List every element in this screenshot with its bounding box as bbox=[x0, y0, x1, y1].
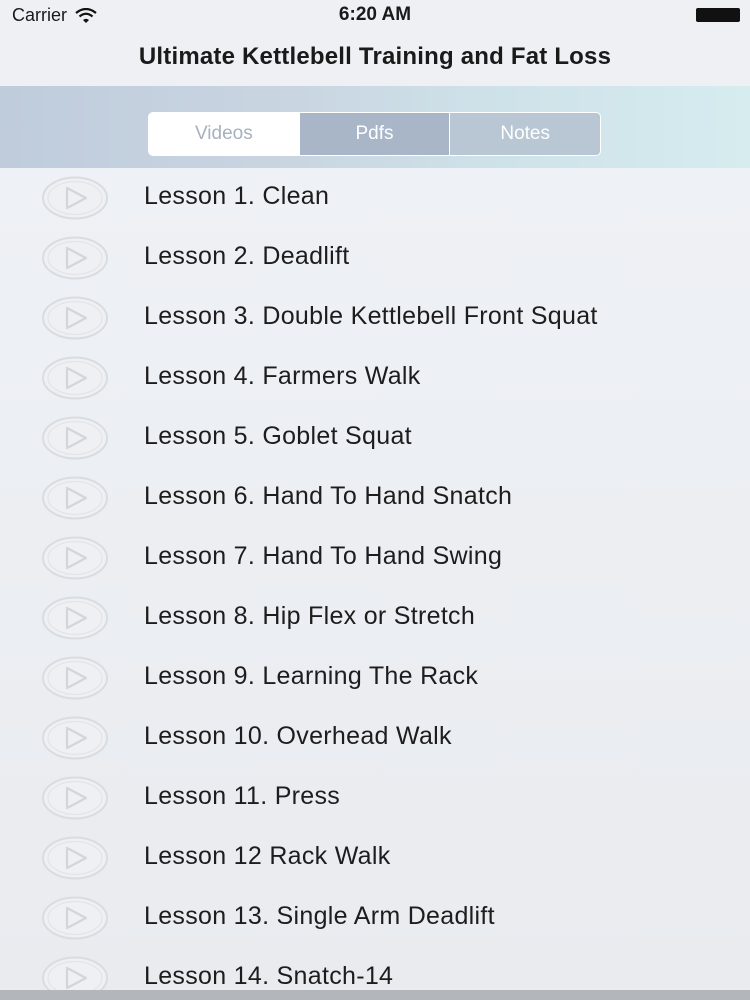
lesson-row[interactable]: Lesson 6. Hand To Hand Snatch bbox=[0, 468, 750, 528]
play-circle-icon[interactable] bbox=[41, 536, 109, 580]
lesson-row[interactable]: Lesson 1. Clean bbox=[0, 168, 750, 228]
bottom-edge bbox=[0, 990, 750, 1000]
play-circle-icon[interactable] bbox=[41, 716, 109, 760]
play-circle-icon[interactable] bbox=[41, 356, 109, 400]
lesson-row[interactable]: Lesson 7. Hand To Hand Swing bbox=[0, 528, 750, 588]
lesson-row[interactable]: Lesson 12 Rack Walk bbox=[0, 828, 750, 888]
lesson-row[interactable]: Lesson 3. Double Kettlebell Front Squat bbox=[0, 288, 750, 348]
lesson-row[interactable]: Lesson 9. Learning The Rack bbox=[0, 648, 750, 708]
play-circle-icon-graphic bbox=[42, 776, 108, 820]
play-circle-icon[interactable] bbox=[41, 896, 109, 940]
lesson-title: Lesson 13. Single Arm Deadlift bbox=[144, 902, 495, 930]
lesson-title: Lesson 11. Press bbox=[144, 782, 341, 810]
lesson-title: Lesson 7. Hand To Hand Swing bbox=[144, 542, 503, 570]
play-circle-icon-graphic bbox=[42, 836, 108, 880]
play-circle-icon[interactable] bbox=[41, 776, 109, 820]
lesson-row[interactable]: Lesson 2. Deadlift bbox=[0, 228, 750, 288]
lesson-title: Lesson 9. Learning The Rack bbox=[144, 662, 479, 690]
lesson-row[interactable]: Lesson 8. Hip Flex or Stretch bbox=[0, 588, 750, 648]
lesson-list[interactable]: Lesson 1. Clean Lesson 2. Deadlift Lesson … bbox=[0, 168, 750, 990]
segment-pdfs[interactable]: Pdfs bbox=[298, 113, 450, 155]
play-circle-icon[interactable] bbox=[41, 176, 109, 220]
play-circle-icon[interactable] bbox=[41, 476, 109, 520]
status-bar: Carrier 6:20 AM bbox=[0, 0, 750, 30]
play-circle-icon-graphic bbox=[42, 896, 108, 940]
play-circle-icon[interactable] bbox=[41, 836, 109, 880]
play-circle-icon-graphic bbox=[42, 236, 108, 280]
play-circle-icon-graphic bbox=[42, 596, 108, 640]
segment-notes[interactable]: Notes bbox=[449, 113, 600, 155]
play-circle-icon[interactable] bbox=[41, 296, 109, 340]
play-circle-icon-graphic bbox=[42, 176, 108, 220]
lesson-title: Lesson 8. Hip Flex or Stretch bbox=[144, 602, 476, 630]
lesson-row[interactable]: Lesson 11. Press bbox=[0, 768, 750, 828]
lesson-row[interactable]: Lesson 5. Goblet Squat bbox=[0, 408, 750, 468]
segment-header: Videos Pdfs Notes bbox=[0, 86, 750, 169]
play-circle-icon[interactable] bbox=[41, 416, 109, 460]
lesson-title: Lesson 10. Overhead Walk bbox=[144, 722, 452, 750]
lesson-title: Lesson 5. Goblet Squat bbox=[144, 422, 412, 450]
lesson-title: Lesson 2. Deadlift bbox=[144, 242, 350, 270]
battery-icon bbox=[696, 8, 740, 22]
lesson-title: Lesson 14. Snatch-14 bbox=[144, 962, 394, 990]
segment-videos[interactable]: Videos bbox=[149, 113, 299, 155]
navigation-bar: Ultimate Kettlebell Training and Fat Los… bbox=[0, 30, 750, 86]
play-circle-icon[interactable] bbox=[41, 236, 109, 280]
play-circle-icon-graphic bbox=[42, 476, 108, 520]
lesson-title: Lesson 1. Clean bbox=[144, 182, 330, 210]
play-circle-icon[interactable] bbox=[41, 596, 109, 640]
lesson-title: Lesson 3. Double Kettlebell Front Squat bbox=[144, 302, 598, 330]
status-time: 6:20 AM bbox=[338, 4, 412, 25]
play-circle-icon-graphic bbox=[42, 296, 108, 340]
lesson-title: Lesson 4. Farmers Walk bbox=[144, 362, 421, 390]
segmented-control: Videos Pdfs Notes bbox=[148, 112, 601, 156]
lesson-title: Lesson 12 Rack Walk bbox=[144, 842, 391, 870]
play-circle-icon-graphic bbox=[42, 536, 108, 580]
play-circle-icon[interactable] bbox=[41, 656, 109, 700]
lesson-row[interactable]: Lesson 13. Single Arm Deadlift bbox=[0, 888, 750, 948]
lesson-row[interactable]: Lesson 10. Overhead Walk bbox=[0, 708, 750, 768]
page-title: Ultimate Kettlebell Training and Fat Los… bbox=[138, 43, 612, 70]
play-circle-icon-graphic bbox=[42, 956, 108, 990]
lesson-title: Lesson 6. Hand To Hand Snatch bbox=[144, 482, 513, 510]
play-circle-icon[interactable] bbox=[41, 956, 109, 990]
lesson-row[interactable]: Lesson 14. Snatch-14 bbox=[0, 948, 750, 990]
play-circle-icon-graphic bbox=[42, 416, 108, 460]
play-circle-icon-graphic bbox=[42, 356, 108, 400]
play-circle-icon-graphic bbox=[42, 656, 108, 700]
lesson-row[interactable]: Lesson 4. Farmers Walk bbox=[0, 348, 750, 408]
play-circle-icon-graphic bbox=[42, 716, 108, 760]
